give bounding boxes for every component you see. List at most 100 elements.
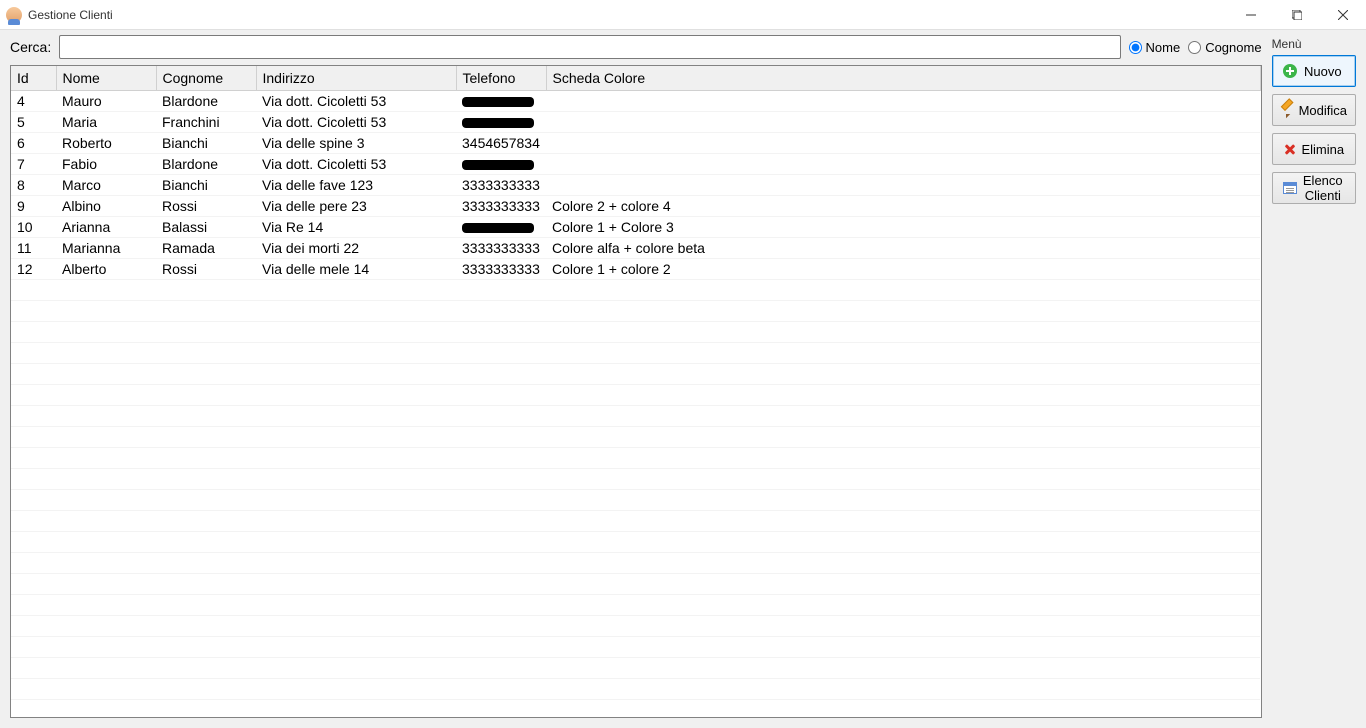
modifica-label: Modifica — [1299, 103, 1347, 118]
table-row[interactable]: 10AriannaBalassiVia Re 14 Colore 1 + Colo… — [11, 217, 1260, 238]
table-row-empty — [11, 364, 1260, 385]
elenco-label: Elenco Clienti — [1299, 173, 1347, 203]
cell-cognome: Blardone — [156, 154, 256, 175]
cell-telefono: 3333333333 — [456, 175, 546, 196]
cell-cognome: Bianchi — [156, 175, 256, 196]
cell-id: 9 — [11, 196, 56, 217]
table-row[interactable]: 4MauroBlardoneVia dott. Cicoletti 53 — [11, 91, 1260, 112]
table-row-empty — [11, 700, 1260, 719]
cell-cognome: Blardone — [156, 91, 256, 112]
cell-nome: Arianna — [56, 217, 156, 238]
col-header-telefono[interactable]: Telefono — [456, 66, 546, 91]
table-row-empty — [11, 301, 1260, 322]
table-row[interactable]: 8MarcoBianchiVia delle fave 123333333333… — [11, 175, 1260, 196]
cell-nome: Marianna — [56, 238, 156, 259]
col-header-cognome[interactable]: Cognome — [156, 66, 256, 91]
cell-nome: Maria — [56, 112, 156, 133]
cell-cognome: Franchini — [156, 112, 256, 133]
cell-id: 4 — [11, 91, 56, 112]
minimize-button[interactable] — [1228, 0, 1274, 30]
cell-telefono — [456, 91, 546, 112]
col-header-id[interactable]: Id — [11, 66, 56, 91]
cell-nome: Albino — [56, 196, 156, 217]
cell-indirizzo: Via delle fave 123 — [256, 175, 456, 196]
table-row[interactable]: 12AlbertoRossiVia delle mele 14333333333… — [11, 259, 1260, 280]
cell-scheda — [546, 112, 1260, 133]
table-row-empty — [11, 658, 1260, 679]
window-title: Gestione Clienti — [28, 8, 113, 22]
table-row[interactable]: 6RobertoBianchiVia delle spine 334546578… — [11, 133, 1260, 154]
maximize-button[interactable] — [1274, 0, 1320, 30]
cell-id: 7 — [11, 154, 56, 175]
table-row[interactable]: 7FabioBlardoneVia dott. Cicoletti 53 — [11, 154, 1260, 175]
cell-scheda: Colore 1 + Colore 3 — [546, 217, 1260, 238]
elimina-button[interactable]: Elimina — [1272, 133, 1356, 165]
cell-indirizzo: Via delle mele 14 — [256, 259, 456, 280]
table-row-empty — [11, 343, 1260, 364]
table-row-empty — [11, 385, 1260, 406]
cell-id: 11 — [11, 238, 56, 259]
col-header-nome[interactable]: Nome — [56, 66, 156, 91]
delete-icon — [1281, 142, 1299, 156]
col-header-indirizzo[interactable]: Indirizzo — [256, 66, 456, 91]
table-row[interactable]: 11MariannaRamadaVia dei morti 2233333333… — [11, 238, 1260, 259]
close-button[interactable] — [1320, 0, 1366, 30]
table-row-empty — [11, 280, 1260, 301]
table-row-empty — [11, 427, 1260, 448]
table-row-empty — [11, 595, 1260, 616]
cell-nome: Alberto — [56, 259, 156, 280]
radio-nome[interactable] — [1129, 41, 1142, 54]
cell-cognome: Rossi — [156, 196, 256, 217]
cell-indirizzo: Via delle spine 3 — [256, 133, 456, 154]
radio-cognome-wrap[interactable]: Cognome — [1188, 40, 1261, 55]
app-icon — [6, 7, 22, 23]
cell-indirizzo: Via dott. Cicoletti 53 — [256, 91, 456, 112]
radio-nome-label: Nome — [1146, 40, 1181, 55]
search-input[interactable] — [59, 35, 1120, 59]
table-row-empty — [11, 553, 1260, 574]
cell-id: 12 — [11, 259, 56, 280]
table-row-empty — [11, 574, 1260, 595]
cell-scheda: Colore 1 + colore 2 — [546, 259, 1260, 280]
cell-id: 8 — [11, 175, 56, 196]
titlebar: Gestione Clienti — [0, 0, 1366, 30]
radio-nome-wrap[interactable]: Nome — [1129, 40, 1181, 55]
cell-nome: Marco — [56, 175, 156, 196]
redacted-phone — [462, 223, 534, 233]
cell-indirizzo: Via dott. Cicoletti 53 — [256, 112, 456, 133]
cell-scheda — [546, 133, 1260, 154]
cell-scheda: Colore alfa + colore beta — [546, 238, 1260, 259]
cell-id: 5 — [11, 112, 56, 133]
table-row[interactable]: 9AlbinoRossiVia delle pere 233333333333C… — [11, 196, 1260, 217]
cell-nome: Roberto — [56, 133, 156, 154]
cell-indirizzo: Via Re 14 — [256, 217, 456, 238]
redacted-phone — [462, 160, 534, 170]
table-row-empty — [11, 322, 1260, 343]
cell-cognome: Rossi — [156, 259, 256, 280]
table-row-empty — [11, 469, 1260, 490]
table-row-empty — [11, 637, 1260, 658]
col-header-scheda[interactable]: Scheda Colore — [546, 66, 1260, 91]
cell-telefono: 3333333333 — [456, 196, 546, 217]
clients-grid[interactable]: Id Nome Cognome Indirizzo Telefono Sched… — [10, 65, 1262, 718]
table-row-empty — [11, 406, 1260, 427]
cell-nome: Fabio — [56, 154, 156, 175]
radio-cognome[interactable] — [1188, 41, 1201, 54]
redacted-phone — [462, 97, 534, 107]
cell-cognome: Balassi — [156, 217, 256, 238]
table-row[interactable]: 5MariaFranchiniVia dott. Cicoletti 53 — [11, 112, 1260, 133]
cell-id: 10 — [11, 217, 56, 238]
elenco-clienti-button[interactable]: Elenco Clienti — [1272, 172, 1356, 204]
cell-nome: Mauro — [56, 91, 156, 112]
cell-indirizzo: Via dei morti 22 — [256, 238, 456, 259]
elimina-label: Elimina — [1299, 142, 1347, 157]
table-header-row: Id Nome Cognome Indirizzo Telefono Sched… — [11, 66, 1260, 91]
nuovo-button[interactable]: Nuovo — [1272, 55, 1356, 87]
modifica-button[interactable]: Modifica — [1272, 94, 1356, 126]
cell-cognome: Bianchi — [156, 133, 256, 154]
search-label: Cerca: — [10, 39, 51, 55]
window-controls — [1228, 0, 1366, 30]
nuovo-label: Nuovo — [1299, 64, 1347, 79]
table-row-empty — [11, 679, 1260, 700]
menu-title: Menù — [1272, 37, 1356, 51]
